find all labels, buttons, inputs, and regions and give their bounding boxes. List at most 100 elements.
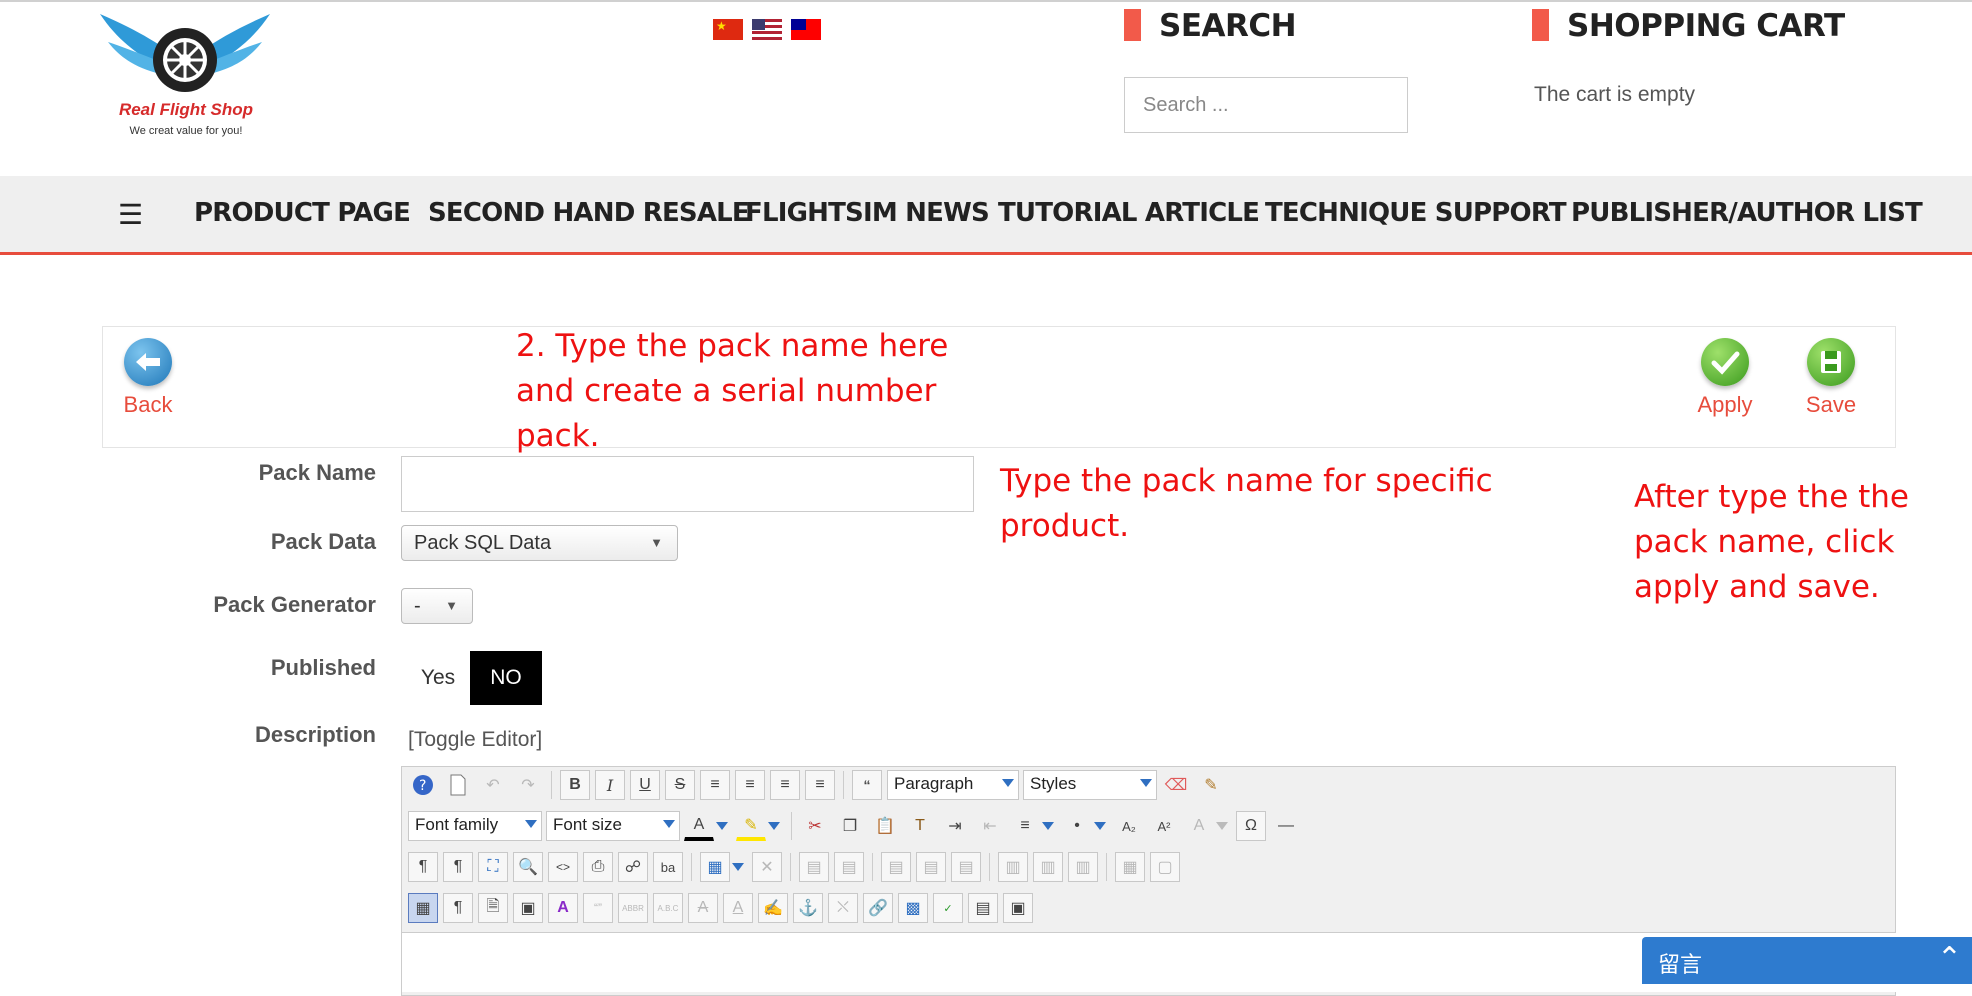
new-document-icon[interactable]	[443, 770, 473, 800]
chat-widget[interactable]: 留言 ⌃	[1642, 937, 1972, 984]
delete-row-icon[interactable]: ▤	[951, 852, 981, 882]
split-cells-icon[interactable]: ▦	[1115, 852, 1145, 882]
undo-icon[interactable]: ↶	[478, 770, 508, 800]
row-before-icon[interactable]: ▤	[799, 852, 829, 882]
nav-item-second-hand-resale[interactable]: SECOND HAND RESALE	[428, 198, 750, 228]
search-replace-icon[interactable]: ☍	[618, 852, 648, 882]
spellcheck-icon[interactable]: ✓	[933, 893, 963, 923]
delete-table-icon[interactable]: ✕	[752, 852, 782, 882]
chevron-down-icon[interactable]	[1042, 822, 1054, 830]
pack-generator-select[interactable]: - ▼	[401, 588, 473, 624]
unlink-icon[interactable]: ⛌	[828, 893, 858, 923]
eraser-icon[interactable]: ⌫	[1161, 770, 1191, 800]
link-icon[interactable]: 🔗	[863, 893, 893, 923]
china-flag-icon[interactable]	[713, 19, 743, 40]
print-icon[interactable]: ⎙	[583, 852, 613, 882]
insert-column-after-icon[interactable]: ▥	[1033, 852, 1063, 882]
nav-item-technique-support[interactable]: TECHNIQUE SUPPORT	[1265, 198, 1567, 228]
nav-item-flightsim-news[interactable]: FLIGHTSIM NEWS	[745, 198, 990, 228]
text-direction-icon[interactable]: A	[1184, 811, 1214, 841]
align-right-icon[interactable]: ≡	[805, 770, 835, 800]
published-no-option[interactable]: NO	[470, 651, 542, 705]
insert-column-before-icon[interactable]: ▥	[998, 852, 1028, 882]
template-icon[interactable]: ▣	[1003, 893, 1033, 923]
indent-icon[interactable]: ⇥	[940, 811, 970, 841]
save-button[interactable]: Save	[1801, 338, 1861, 418]
row-after-icon[interactable]: ▤	[834, 852, 864, 882]
chevron-down-icon[interactable]	[732, 863, 744, 871]
italic-icon[interactable]: I	[595, 770, 625, 800]
font-family-select[interactable]: Font family	[408, 811, 542, 841]
abbreviation-icon[interactable]: ABBR	[618, 893, 648, 923]
fullscreen-icon[interactable]: ⛶	[478, 852, 508, 882]
paragraph-format-select[interactable]: Paragraph	[887, 770, 1019, 800]
rtl-direction-icon[interactable]: ¶	[443, 852, 473, 882]
copy-icon[interactable]: ❐	[835, 811, 865, 841]
cleanup-brush-icon[interactable]: ✎	[1196, 770, 1226, 800]
superscript-icon[interactable]: A²	[1149, 811, 1179, 841]
insert-image-icon[interactable]: ▩	[898, 893, 928, 923]
merge-cells-icon[interactable]: ▢	[1150, 852, 1180, 882]
numbered-list-icon[interactable]: ≡	[1010, 811, 1040, 841]
quote-icon[interactable]: “”	[583, 893, 613, 923]
text-color-icon[interactable]: A	[684, 811, 714, 841]
strikethrough-icon[interactable]: S	[665, 770, 695, 800]
acronym-icon[interactable]: A.B.C	[653, 893, 683, 923]
insert-layer-icon[interactable]: 🗎	[478, 893, 508, 923]
blockquote-icon[interactable]: “	[852, 770, 882, 800]
visual-aid-icon[interactable]: ▦	[408, 893, 438, 923]
redo-icon[interactable]: ↷	[513, 770, 543, 800]
usa-flag-icon[interactable]	[752, 19, 782, 40]
nav-item-publisher-author-list[interactable]: PUBLISHER/AUTHOR LIST	[1571, 198, 1923, 228]
delete-column-icon[interactable]: ▥	[1068, 852, 1098, 882]
font-size-select[interactable]: Font size	[546, 811, 680, 841]
apply-button[interactable]: Apply	[1694, 338, 1756, 418]
paste-icon[interactable]: 📋	[870, 811, 900, 841]
pack-data-select[interactable]: Pack SQL Data ▼	[401, 525, 678, 561]
help-icon[interactable]: ?	[408, 770, 438, 800]
cut-icon[interactable]: ✂	[800, 811, 830, 841]
pack-name-input[interactable]	[401, 456, 974, 512]
hamburger-icon[interactable]: ☰	[118, 198, 143, 231]
highlight-color-icon[interactable]: ✎	[736, 811, 766, 841]
insert-row-below-icon[interactable]: ▤	[916, 852, 946, 882]
insertion-icon[interactable]: A	[723, 893, 753, 923]
paste-text-icon[interactable]: T	[905, 811, 935, 841]
nav-item-tutorial-article[interactable]: TUTORIAL ARTICLE	[998, 198, 1260, 228]
insert-row-above-icon[interactable]: ▤	[881, 852, 911, 882]
special-character-icon[interactable]: Ω	[1236, 811, 1266, 841]
back-button[interactable]: Back	[118, 338, 178, 418]
chevron-up-icon[interactable]: ⌃	[1937, 941, 1962, 976]
preview-icon[interactable]: 🔍	[513, 852, 543, 882]
chevron-down-icon[interactable]	[768, 822, 780, 830]
cite-icon[interactable]: A	[548, 893, 578, 923]
published-yes-option[interactable]: Yes	[406, 651, 470, 705]
nav-item-product-page[interactable]: PRODUCT PAGE	[194, 198, 411, 228]
toggle-editor-link[interactable]: [Toggle Editor]	[408, 728, 542, 752]
attributes-icon[interactable]: ✍	[758, 893, 788, 923]
show-blocks-icon[interactable]: ¶	[443, 893, 473, 923]
align-center-icon[interactable]: ≡	[735, 770, 765, 800]
style-props-icon[interactable]: ▣	[513, 893, 543, 923]
anchor-icon[interactable]: ⚓	[793, 893, 823, 923]
styles-select[interactable]: Styles	[1023, 770, 1157, 800]
underline-icon[interactable]: U	[630, 770, 660, 800]
insert-table-icon[interactable]: ▦	[700, 852, 730, 882]
deletion-icon[interactable]: A	[688, 893, 718, 923]
page-break-icon[interactable]: ▤	[968, 893, 998, 923]
horizontal-rule-icon[interactable]: —	[1271, 811, 1301, 841]
outdent-icon[interactable]: ⇤	[975, 811, 1005, 841]
chevron-down-icon[interactable]	[716, 822, 728, 830]
bold-icon[interactable]: B	[560, 770, 590, 800]
align-left-icon[interactable]: ≡	[770, 770, 800, 800]
taiwan-flag-icon[interactable]	[791, 19, 821, 40]
align-justify-icon[interactable]: ≡	[700, 770, 730, 800]
source-code-icon[interactable]: <>	[548, 852, 578, 882]
chevron-down-icon[interactable]	[1094, 822, 1106, 830]
chevron-down-icon[interactable]	[1216, 822, 1228, 830]
ltr-direction-icon[interactable]: ¶	[408, 852, 438, 882]
subscript-icon[interactable]: A₂	[1114, 811, 1144, 841]
find-replace-icon[interactable]: ba	[653, 852, 683, 882]
bullet-list-icon[interactable]: •	[1062, 811, 1092, 841]
search-input[interactable]	[1124, 77, 1408, 133]
